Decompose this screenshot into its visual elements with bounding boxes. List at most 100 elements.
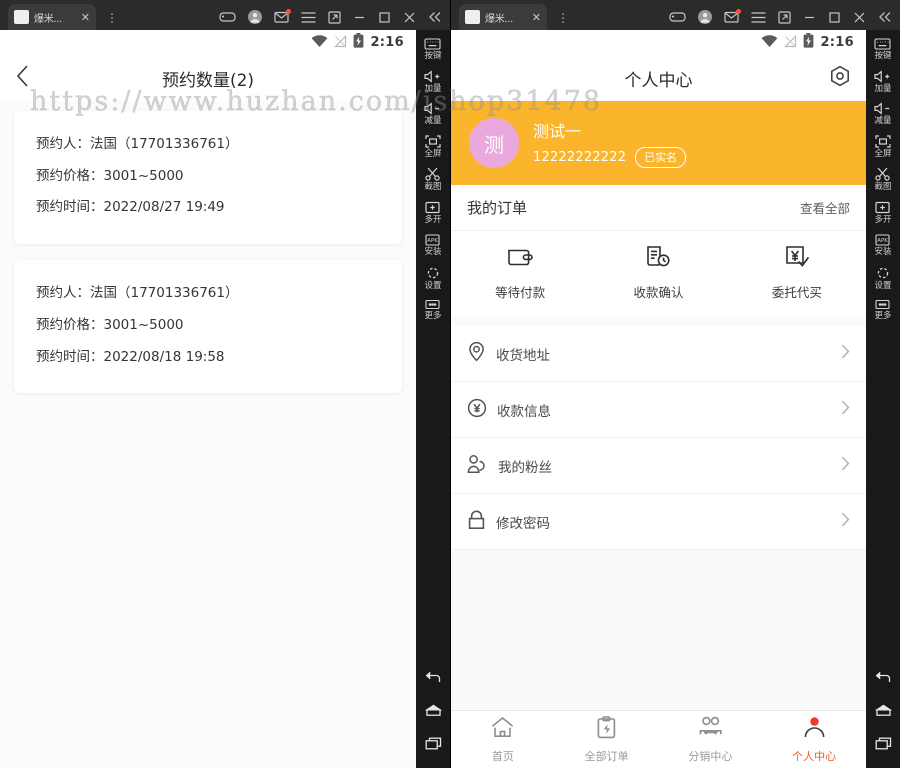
tab-close-button[interactable]: ✕ [532, 12, 541, 23]
recents-icon[interactable] [875, 735, 892, 754]
menu-item-my-fans[interactable]: 我的粉丝 [451, 438, 866, 494]
android-status-bar-right: 2:16 [451, 30, 866, 55]
value-person: 法国（17701336761） [90, 136, 239, 152]
tab-personal-center[interactable]: 个人中心 [762, 716, 866, 764]
reservation-time: 预约时间：2022/08/18 19:58 [36, 342, 380, 374]
menu-item-change-password[interactable]: 修改密码 [451, 494, 866, 550]
page-title: 预约数量(2) [161, 70, 255, 91]
mail-icon[interactable] [274, 9, 291, 23]
account-icon[interactable] [698, 10, 712, 24]
gamepad-icon[interactable] [669, 11, 686, 23]
profile-card[interactable]: 测 测试一 12222222222 已实名 [451, 101, 866, 185]
menu-icon[interactable] [301, 11, 316, 23]
svg-text:APK: APK [878, 238, 889, 244]
back-icon[interactable] [425, 669, 441, 688]
toolbar-item-keyboard[interactable]: 按键 [874, 38, 892, 61]
list-item[interactable]: 预约人：法国（17701336761） 预约价格：3001~5000 预约时间：… [14, 260, 402, 394]
tab-home[interactable]: 首页 [451, 716, 555, 764]
clipboard-icon [596, 715, 617, 743]
toolbar-item-multi-instance[interactable]: 多开 [424, 201, 442, 225]
avatar[interactable]: 测 [469, 118, 519, 168]
close-icon[interactable] [853, 11, 866, 24]
profile-info: 测试一 12222222222 已实名 [533, 118, 687, 168]
tab-favicon [14, 10, 29, 24]
chevron-right-icon [841, 400, 850, 419]
toolbar-label: 安装 [424, 247, 442, 257]
action-proxy-purchase[interactable]: 委托代买 [728, 245, 866, 301]
tab-label: 分销中心 [688, 749, 733, 763]
toolbar-item-fullscreen[interactable]: 全屏 [424, 134, 442, 159]
home-icon[interactable] [874, 702, 892, 721]
toolbar-item-install-apk[interactable]: APK 安装 [874, 233, 892, 257]
home-icon[interactable] [424, 702, 442, 721]
window-tab-right[interactable]: 爆米... ✕ [459, 4, 547, 30]
toolbar-item-screenshot[interactable]: 截图 [874, 167, 892, 192]
gear-icon[interactable] [828, 64, 852, 92]
toolbar-item-multi-instance[interactable]: 多开 [874, 201, 892, 225]
tab-overflow-menu[interactable]: ⋮ [557, 13, 569, 25]
action-pending-payment[interactable]: 等待付款 [451, 245, 589, 301]
toolbar-item-screenshot[interactable]: 截图 [424, 167, 442, 192]
collapse-icon[interactable] [428, 11, 442, 23]
toolbar-item-volume-up[interactable]: 加量 [874, 69, 892, 94]
maximize-icon[interactable] [378, 11, 391, 24]
toolbar-item-more[interactable]: 更多 [874, 299, 892, 321]
action-payment-confirm[interactable]: 收款确认 [589, 245, 727, 301]
toolbar-item-keyboard[interactable]: 按键 [424, 38, 442, 61]
toolbar-item-install-apk[interactable]: APK 安装 [424, 233, 442, 257]
document-clock-icon [645, 245, 672, 273]
battery-charging-icon [803, 33, 814, 52]
back-icon[interactable] [875, 669, 891, 688]
toolbar-label: 安装 [874, 247, 892, 257]
reservation-person: 预约人：法国（17701336761） [36, 278, 380, 310]
gamepad-icon[interactable] [219, 11, 236, 23]
restore-icon[interactable] [328, 10, 341, 24]
tab-overflow-menu[interactable]: ⋮ [106, 13, 118, 25]
emulator-nav-right [874, 669, 892, 768]
status-bar-clock: 2:16 [370, 35, 404, 50]
tab-distribution-center[interactable]: 分销中心 [659, 716, 763, 764]
recents-icon[interactable] [425, 735, 442, 754]
toolbar-item-volume-down[interactable]: 减量 [424, 102, 442, 126]
menu-label: 收款信息 [497, 403, 551, 420]
tab-all-orders[interactable]: 全部订单 [555, 715, 659, 764]
toolbar-item-settings[interactable]: 设置 [874, 266, 892, 291]
close-icon[interactable] [403, 11, 416, 24]
toolbar-item-settings[interactable]: 设置 [424, 266, 442, 291]
tab-label: 全部订单 [584, 749, 629, 763]
signal-off-icon [334, 33, 347, 52]
window-tab-left[interactable]: 爆米... ✕ [8, 4, 96, 30]
toolbar-item-more[interactable]: 更多 [424, 299, 442, 321]
minimize-icon[interactable] [353, 11, 366, 24]
reservation-list: 预约人：法国（17701336761） 预约价格：3001~5000 预约时间：… [0, 101, 416, 768]
toolbar-label: 多开 [424, 214, 442, 225]
action-label: 等待付款 [495, 285, 546, 300]
toolbar-item-volume-up[interactable]: 加量 [424, 69, 442, 94]
maximize-icon[interactable] [828, 11, 841, 24]
tab-label: 个人中心 [792, 749, 837, 763]
bottom-tab-bar: 首页 全部订单 分销中心 个人中心 [451, 710, 866, 768]
toolbar-item-volume-down[interactable]: 减量 [874, 102, 892, 126]
wallet-icon [507, 245, 534, 273]
toolbar-label: 截图 [874, 182, 892, 192]
minimize-icon[interactable] [803, 11, 816, 24]
home-icon [490, 716, 515, 743]
titlebar-controls-left [219, 9, 450, 30]
toolbar-item-fullscreen[interactable]: 全屏 [874, 134, 892, 159]
menu-item-shipping-address[interactable]: 收货地址 [451, 326, 866, 382]
label-person: 预约人： [36, 285, 90, 302]
collapse-icon[interactable] [878, 11, 892, 23]
mail-icon[interactable] [724, 9, 741, 23]
toolbar-label: 全屏 [874, 148, 892, 159]
phone-screen-left: 2:16 预约数量(2) 预约人：法国（17701336761） 预约价格：30… [0, 30, 416, 768]
list-item[interactable]: 预约人：法国（17701336761） 预约价格：3001~5000 预约时间：… [14, 111, 402, 245]
toolbar-label: 设置 [424, 280, 442, 291]
label-price: 预约价格： [36, 316, 104, 333]
menu-icon[interactable] [751, 11, 766, 23]
view-all-link[interactable]: 查看全部 [800, 198, 850, 217]
restore-icon[interactable] [778, 10, 791, 24]
tab-close-button[interactable]: ✕ [81, 12, 90, 23]
account-icon[interactable] [248, 10, 262, 24]
back-icon[interactable] [16, 65, 29, 91]
menu-item-payment-info[interactable]: 收款信息 [451, 382, 866, 438]
